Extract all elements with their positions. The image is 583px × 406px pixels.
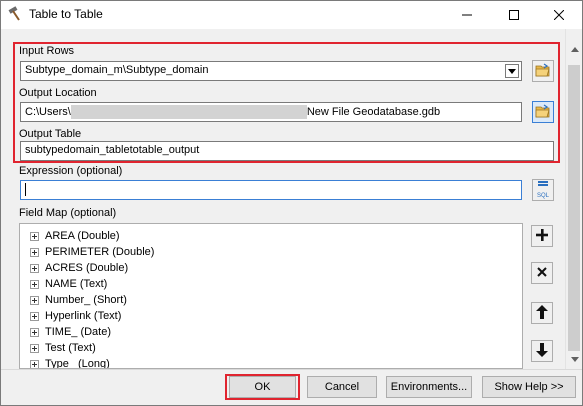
environments-button[interactable]: Environments...: [386, 376, 472, 398]
field-map-list[interactable]: AREA (Double) PERIMETER (Double) ACRES (Do…: [19, 223, 523, 369]
text-caret: [25, 183, 26, 196]
field-map-label: Field Map (optional): [19, 207, 117, 219]
output-location-input[interactable]: C:\Users\ New File Geodatabase.gdb: [20, 102, 522, 122]
title-bar: Table to Table: [1, 1, 582, 29]
input-rows-value: Subtype_domain_m\Subtype_domain: [25, 64, 209, 76]
output-table-value: subtypedomain_tabletotable_output: [25, 144, 200, 156]
field-map-item-label: PERIMETER (Double): [45, 246, 155, 258]
expression-label: Expression (optional): [19, 165, 123, 177]
cancel-button[interactable]: Cancel: [307, 376, 377, 398]
output-location-prefix: C:\Users\: [25, 105, 71, 118]
output-table-label: Output Table: [19, 128, 82, 140]
field-map-item-label: Hyperlink (Text): [45, 310, 122, 322]
sql-label: SQL: [536, 192, 549, 199]
output-location-browse-button[interactable]: [532, 101, 554, 123]
field-map-item-label: TIME_ (Date): [45, 326, 112, 338]
expand-plus-icon[interactable]: [30, 343, 39, 353]
minimize-button[interactable]: [444, 1, 490, 29]
x-icon: [537, 266, 547, 280]
hammer-icon: [7, 6, 23, 22]
input-rows-combo[interactable]: Subtype_domain_m\Subtype_domain: [20, 61, 522, 81]
expand-plus-icon[interactable]: [30, 311, 39, 321]
expand-plus-icon[interactable]: [30, 359, 39, 368]
expression-input[interactable]: [20, 180, 522, 200]
table-to-table-dialog: Table to Table Input Rows Subtype_domain…: [0, 0, 583, 406]
add-field-button[interactable]: [531, 225, 553, 247]
minimize-icon: [462, 10, 472, 20]
field-map-item[interactable]: NAME (Text): [20, 276, 522, 292]
field-map-item-label: Type_ (Long): [45, 358, 110, 369]
field-map-item-label: ACRES (Double): [45, 262, 129, 274]
arrow-up-icon: [536, 304, 548, 322]
field-map-item[interactable]: Test (Text): [20, 340, 522, 356]
delete-field-button[interactable]: [531, 262, 553, 284]
field-map-item-label: NAME (Text): [45, 278, 108, 290]
output-location-label: Output Location: [19, 87, 97, 99]
arrow-down-icon: [536, 342, 548, 360]
redacted-path: [70, 105, 307, 119]
field-map-item[interactable]: ACRES (Double): [20, 260, 522, 276]
field-map-item[interactable]: AREA (Double): [20, 228, 522, 244]
ok-button[interactable]: OK: [229, 376, 296, 398]
field-map-item[interactable]: Type_ (Long): [20, 356, 522, 369]
input-rows-browse-button[interactable]: [532, 60, 554, 82]
sql-query-builder-button[interactable]: SQL: [532, 179, 554, 201]
open-folder-icon: [535, 104, 551, 121]
expand-plus-icon[interactable]: [30, 247, 39, 257]
expand-plus-icon[interactable]: [30, 327, 39, 337]
field-map-item[interactable]: TIME_ (Date): [20, 324, 522, 340]
sql-icon: [536, 180, 550, 193]
expand-plus-icon[interactable]: [30, 295, 39, 305]
window-title: Table to Table: [29, 7, 103, 21]
output-location-suffix: New File Geodatabase.gdb: [306, 105, 441, 118]
scroll-up-icon[interactable]: [566, 41, 583, 58]
move-up-button[interactable]: [531, 302, 553, 324]
parameters-panel: Input Rows Subtype_domain_m\Subtype_doma…: [1, 29, 565, 369]
field-map-item-label: Test (Text): [45, 342, 96, 354]
expand-plus-icon[interactable]: [30, 263, 39, 273]
scrollbar-thumb[interactable]: [568, 65, 580, 351]
output-table-input[interactable]: subtypedomain_tabletotable_output: [20, 141, 554, 161]
field-map-item-label: Number_ (Short): [45, 294, 127, 306]
field-map-item-label: AREA (Double): [45, 230, 120, 242]
dialog-footer: OK Cancel Environments... Show Help >>: [1, 369, 582, 405]
plus-icon: [536, 228, 548, 244]
open-folder-icon: [535, 63, 551, 80]
chevron-down-icon[interactable]: [505, 64, 519, 78]
scroll-down-icon[interactable]: [566, 351, 583, 368]
show-help-button[interactable]: Show Help >>: [482, 376, 576, 398]
expand-plus-icon[interactable]: [30, 279, 39, 289]
input-rows-label: Input Rows: [19, 45, 75, 57]
close-button[interactable]: [536, 1, 582, 29]
field-map-item[interactable]: Hyperlink (Text): [20, 308, 522, 324]
vertical-scrollbar[interactable]: [565, 29, 582, 369]
field-map-item[interactable]: Number_ (Short): [20, 292, 522, 308]
maximize-icon: [509, 10, 519, 20]
field-map-item[interactable]: PERIMETER (Double): [20, 244, 522, 260]
maximize-button[interactable]: [491, 1, 537, 29]
close-icon: [554, 10, 564, 20]
expand-plus-icon[interactable]: [30, 231, 39, 241]
move-down-button[interactable]: [531, 340, 553, 362]
